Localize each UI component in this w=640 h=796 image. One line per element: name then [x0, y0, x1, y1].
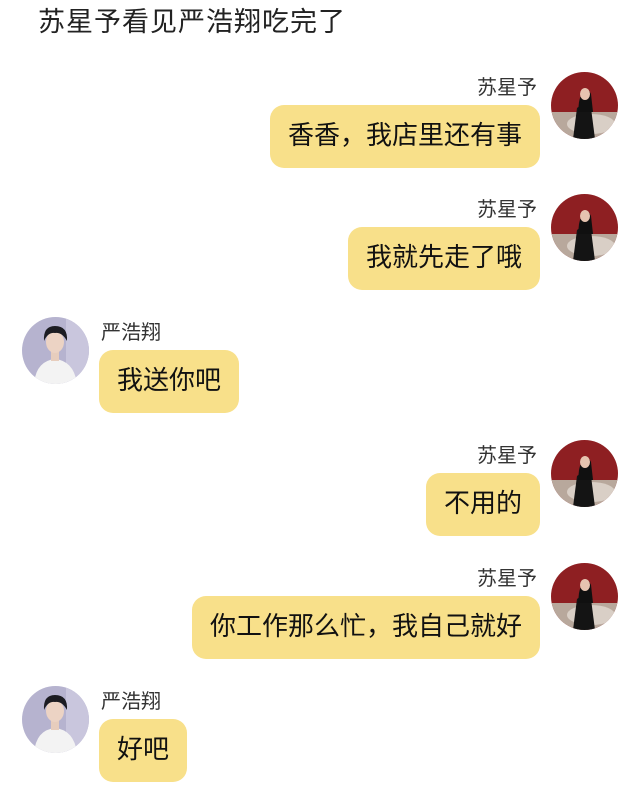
sender-name: 苏星予 [477, 566, 537, 590]
woman-avatar[interactable] [551, 72, 618, 139]
woman-avatar[interactable] [551, 563, 618, 630]
man-avatar[interactable] [22, 317, 89, 384]
woman-avatar[interactable] [551, 440, 618, 507]
message-bubble[interactable]: 我送你吧 [99, 350, 240, 413]
sender-name: 严浩翔 [101, 320, 161, 344]
message-bubble[interactable]: 你工作那么忙，我自己就好 [191, 596, 540, 659]
woman-avatar[interactable] [551, 194, 618, 261]
sender-name: 苏星予 [477, 75, 537, 99]
scene-caption: 苏星予看见严浩翔吃完了 [38, 7, 346, 38]
message-bubble[interactable]: 香香，我店里还有事 [269, 105, 540, 168]
message-bubble[interactable]: 不用的 [425, 473, 540, 536]
sender-name: 苏星予 [477, 443, 537, 467]
message-bubble[interactable]: 好吧 [99, 719, 188, 782]
sender-name: 苏星予 [477, 197, 537, 221]
sender-name: 严浩翔 [101, 689, 161, 713]
message-bubble[interactable]: 我就先走了哦 [347, 227, 540, 290]
man-avatar[interactable] [22, 686, 89, 753]
